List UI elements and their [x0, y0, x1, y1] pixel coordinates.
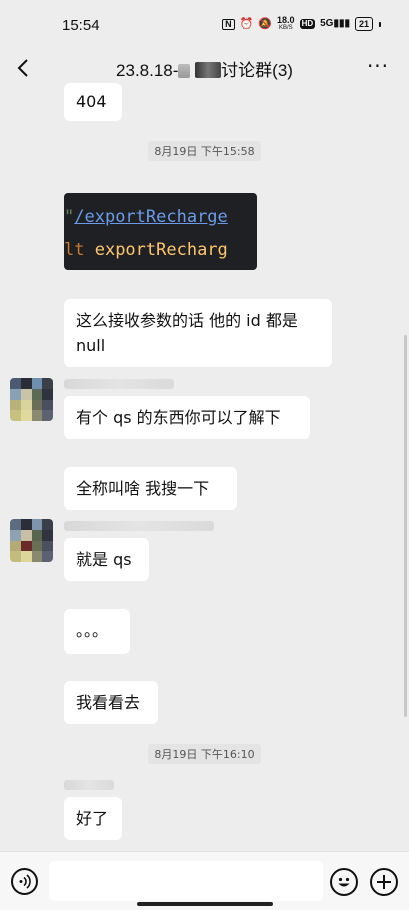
voice-icon	[19, 874, 31, 889]
net-speed: 18.0 KB/S	[277, 16, 295, 32]
avatar[interactable]	[10, 378, 53, 421]
home-indicator[interactable]	[137, 902, 273, 906]
emoji-icon	[338, 877, 350, 887]
message-input[interactable]	[49, 861, 323, 901]
message-text: 全称叫啥 我搜一下	[76, 479, 210, 498]
message-text: 有个 qs 的东西你可以了解下	[76, 408, 281, 427]
emoji-button[interactable]	[330, 868, 358, 896]
message-text: 404	[76, 92, 107, 111]
timestamp: 8月19日 下午15:58	[0, 140, 409, 161]
message-bubble[interactable]: 这么接收参数的话 他的 id 都是 null	[64, 299, 332, 367]
code-line: lt exportRecharg	[64, 240, 228, 260]
timestamp-text: 8月19日 下午15:58	[148, 141, 261, 161]
mute-icon: 🔕	[258, 17, 273, 30]
code-line: "/exportRecharge	[64, 207, 228, 227]
timestamp: 8月19日 下午16:10	[0, 743, 409, 764]
sender-name	[64, 521, 214, 531]
hd-icon: HD	[299, 19, 316, 29]
message-text: 就是 qs	[76, 550, 132, 569]
code-keyword: lt	[64, 240, 95, 260]
chat-header: 23.8.18- 讨论群(3) ···	[0, 46, 409, 90]
message-bubble[interactable]: 就是 qs	[64, 538, 149, 581]
plus-icon	[377, 875, 391, 889]
battery-nub	[379, 21, 381, 27]
status-time: 15:54	[62, 17, 100, 34]
message-bubble[interactable]: 404	[64, 83, 122, 121]
message-bubble[interactable]: 好了	[64, 797, 122, 840]
redacted-block	[178, 64, 191, 78]
code-function: exportRecharg	[94, 240, 228, 260]
message-text: 好了	[76, 809, 109, 828]
signal-label: 5G	[320, 18, 334, 29]
more-icon: ···	[366, 54, 390, 78]
scrollbar[interactable]	[404, 335, 407, 717]
voice-button[interactable]	[11, 868, 38, 895]
back-button[interactable]	[10, 54, 38, 82]
alarm-icon: ⏰	[239, 17, 254, 30]
avatar[interactable]	[10, 519, 53, 562]
battery-icon: 21	[354, 17, 373, 31]
nfc-icon: N	[222, 18, 235, 30]
signal-icon: 5G▮▮▮	[320, 18, 350, 29]
back-icon	[17, 59, 28, 77]
message-bubble[interactable]: 全称叫啥 我搜一下	[64, 467, 237, 510]
title-suffix: 讨论群(3)	[221, 61, 293, 80]
net-speed-unit: KB/S	[278, 25, 293, 31]
code-link: /exportRecharge	[74, 207, 228, 227]
message-text: 我看看去	[76, 693, 141, 712]
sender-name	[64, 780, 114, 790]
redacted-block	[195, 62, 222, 78]
message-text: 。。。	[76, 621, 109, 640]
net-speed-value: 18.0	[277, 15, 295, 25]
message-bubble[interactable]: 我看看去	[64, 681, 158, 724]
code-quote: "	[64, 207, 75, 227]
more-button[interactable]: ···	[363, 54, 393, 82]
message-bubble[interactable]: 。。。	[64, 609, 130, 654]
plus-button[interactable]	[370, 868, 398, 896]
battery-level: 21	[358, 19, 369, 29]
message-text: 这么接收参数的话 他的 id 都是 null	[76, 311, 298, 355]
sender-name	[64, 379, 174, 389]
code-screenshot-image[interactable]: "/exportRecharge lt exportRecharg	[64, 193, 257, 270]
message-bubble[interactable]: 有个 qs 的东西你可以了解下	[64, 396, 310, 439]
status-icons: N ⏰ 🔕 18.0 KB/S HD 5G▮▮▮ 21	[222, 16, 381, 32]
title-prefix: 23.8.18-	[116, 61, 179, 80]
status-bar: 15:54 N ⏰ 🔕 18.0 KB/S HD 5G▮▮▮ 21	[0, 0, 409, 46]
timestamp-text: 8月19日 下午16:10	[148, 744, 261, 764]
page-title: 23.8.18- 讨论群(3)	[60, 56, 349, 81]
